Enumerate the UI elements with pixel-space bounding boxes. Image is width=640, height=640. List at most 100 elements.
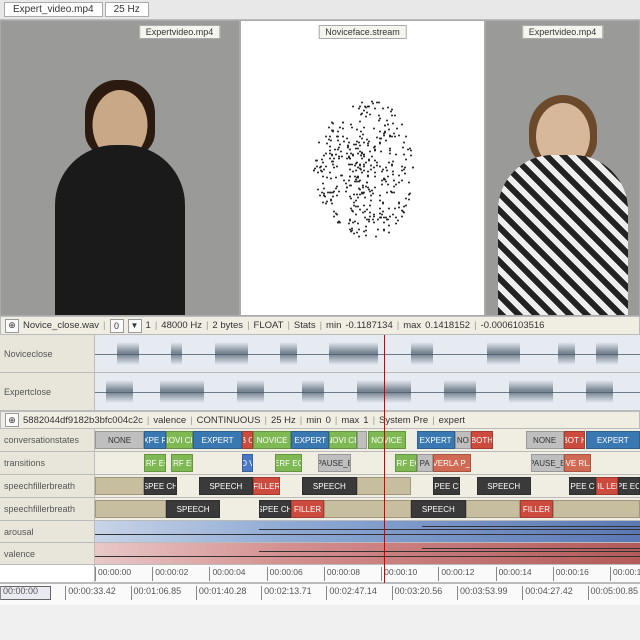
chan-max: 1 — [146, 320, 151, 331]
wav-stats[interactable]: Stats — [294, 320, 316, 331]
expand-icon-2[interactable]: ⊕ — [5, 413, 19, 427]
tier-transitions: transitions PERF ECT PERF ECT O V PERF E… — [0, 452, 640, 475]
seg[interactable]: PERF ECT — [144, 454, 166, 472]
time-ruler-zoom[interactable]: 00:00:0000:00:0200:00:0400:00:0600:00:08… — [0, 565, 640, 583]
seg[interactable]: EXPERT — [586, 431, 640, 449]
face-mesh-icon — [303, 91, 423, 246]
seg[interactable]: SPEE CH — [433, 477, 460, 495]
seg[interactable]: SPEE CH — [569, 477, 596, 495]
seg[interactable] — [553, 500, 640, 518]
seg[interactable]: FILLER — [253, 477, 280, 495]
wav-max-v: 0.1418152 — [425, 320, 470, 331]
tick: 00:00:33.42 — [65, 586, 116, 600]
video-pane-expert[interactable]: Expertvideo.mp4 — [0, 20, 240, 316]
seg[interactable] — [324, 500, 411, 518]
expand-icon[interactable]: ⊕ — [5, 319, 19, 333]
tick: 00:00:00 — [0, 586, 38, 600]
seg[interactable]: EXPE RT — [144, 431, 166, 449]
timeline-area: Noviceclose Expertclose — [0, 335, 640, 583]
tier-label: valence — [0, 543, 95, 564]
seg[interactable]: B O — [242, 431, 253, 449]
wav-info-bar: ⊕ Novice_close.wav | 0 ▼ 1 | 48000 Hz | … — [0, 316, 640, 335]
seg[interactable]: OVERLA P_W — [433, 454, 471, 472]
tick: 00:01:06.85 — [131, 586, 182, 600]
seg[interactable]: PAUSE_B — [531, 454, 564, 472]
chan-value[interactable]: 0 — [110, 319, 124, 333]
tier-body-sfb2[interactable]: SPEECH SPEE CH FILLER SPEECH FILLER — [95, 498, 640, 520]
video-pane-novice[interactable]: Expertvideo.mp4 — [485, 20, 640, 316]
seg[interactable]: SPEECH — [302, 477, 357, 495]
seg[interactable]: SPEE CH — [144, 477, 177, 495]
wav-min-v: -0.1187134 — [345, 320, 392, 331]
seg[interactable]: BOTH — [471, 431, 493, 449]
seg[interactable]: NO — [455, 431, 471, 449]
tab-file[interactable]: Expert_video.mp4 — [4, 2, 103, 17]
seg[interactable]: SPEECH — [411, 500, 466, 518]
wav-min-lbl: min — [326, 320, 341, 331]
tab-rate[interactable]: 25 Hz — [105, 2, 149, 17]
seg[interactable]: SPEECH — [166, 500, 221, 518]
seg[interactable]: SPEECH — [199, 477, 254, 495]
tier-body-arousal[interactable] — [95, 521, 640, 542]
seg[interactable]: SPEECH — [477, 477, 532, 495]
track-label-novice: Noviceclose — [0, 335, 95, 372]
seg[interactable] — [357, 431, 368, 449]
tick: 00:00:02 — [152, 567, 188, 581]
tier-label: arousal — [0, 521, 95, 542]
tier-body-sfb1[interactable]: SPEE CH SPEECH FILLER SPEECH SPEE CH SPE… — [95, 475, 640, 497]
ann-max-v: 1 — [363, 415, 368, 426]
tier-valence: valence — [0, 543, 640, 565]
tier-label: speechfillerbreath — [0, 498, 95, 520]
seg[interactable]: NOVI CE — [166, 431, 193, 449]
seg[interactable] — [95, 500, 166, 518]
tier-label: speechfillerbreath — [0, 475, 95, 497]
tier-body-conv[interactable]: NONE EXPE RT NOVI CE EXPERT B O NOVICE E… — [95, 429, 640, 451]
wave-track-novice: Noviceclose — [0, 335, 640, 373]
tier-arousal: arousal — [0, 521, 640, 543]
seg[interactable]: NOVI CE — [329, 431, 356, 449]
seg[interactable]: PA — [417, 454, 433, 472]
wave-body-novice[interactable] — [95, 335, 640, 372]
ann-mode: CONTINUOUS — [197, 415, 261, 426]
seg[interactable]: NOVICE — [368, 431, 406, 449]
seg[interactable]: PERF ECT — [171, 454, 193, 472]
time-ruler-full[interactable]: 00:00:0000:00:33.4200:01:06.8500:01:40.2… — [0, 583, 640, 605]
seg[interactable]: PERF ECT — [395, 454, 417, 472]
seg[interactable]: FILLER — [291, 500, 324, 518]
seg[interactable]: FIL LER — [596, 477, 618, 495]
seg[interactable]: PERF ECT — [275, 454, 302, 472]
seg[interactable]: EXPERT — [417, 431, 455, 449]
video-pane-facemesh[interactable]: Noviceface.stream — [240, 20, 485, 316]
wav-cur: -0.0006103516 — [481, 320, 545, 331]
tick: 00:00:08 — [324, 567, 360, 581]
tier-body-trans[interactable]: PERF ECT PERF ECT O V PERF ECT PAUSE_B P… — [95, 452, 640, 474]
seg[interactable]: EXPERT — [291, 431, 329, 449]
ann-rate: 25 Hz — [271, 415, 296, 426]
seg[interactable] — [357, 477, 412, 495]
ann-min-v: 0 — [326, 415, 331, 426]
annotation-info-bar: ⊕ 5882044df9182b3bfc004c2c | valence | C… — [0, 411, 640, 429]
tick: 00:00:06 — [267, 567, 303, 581]
seg[interactable] — [95, 477, 144, 495]
tier-body-valence[interactable] — [95, 543, 640, 564]
seg[interactable]: EXPERT — [193, 431, 242, 449]
ann-min-lbl: min — [306, 415, 321, 426]
track-label-expert: Expertclose — [0, 373, 95, 410]
seg[interactable]: NONE — [95, 431, 144, 449]
tier-label: transitions — [0, 452, 95, 474]
wave-body-expert[interactable] — [95, 373, 640, 410]
tick: 00:00:18 — [610, 567, 640, 581]
seg[interactable]: BOT H — [564, 431, 586, 449]
seg[interactable]: NONE — [526, 431, 564, 449]
seg[interactable]: O V — [242, 454, 253, 472]
seg[interactable]: SPEE CH — [259, 500, 292, 518]
seg[interactable]: PAUSE_B — [318, 454, 351, 472]
seg[interactable] — [466, 500, 521, 518]
seg[interactable]: FILLER — [520, 500, 553, 518]
seg[interactable]: SPE ECH — [618, 477, 640, 495]
seg[interactable]: OVE RL... — [564, 454, 591, 472]
seg[interactable]: NOVICE — [253, 431, 291, 449]
tick: 00:00:14 — [496, 567, 532, 581]
chan-dropdown-icon[interactable]: ▼ — [128, 319, 142, 333]
wav-bytes: 2 bytes — [212, 320, 243, 331]
